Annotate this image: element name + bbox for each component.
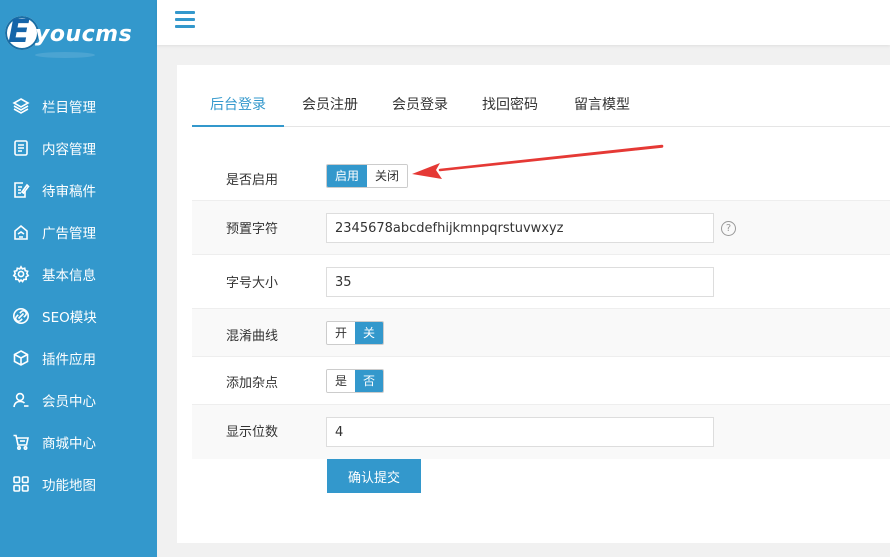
sidebar-item-label: 商城中心 bbox=[42, 436, 96, 452]
sidebar-item-ads[interactable]: 广告管理 bbox=[0, 211, 157, 253]
curve-switch[interactable]: 开 关 bbox=[326, 321, 385, 345]
charset-label: 预置字符 bbox=[226, 222, 279, 237]
tab-member-login[interactable]: 会员登录 bbox=[376, 90, 464, 127]
sidebar-item-basic-info[interactable]: 基本信息 bbox=[0, 253, 157, 295]
logo-reflection bbox=[35, 52, 95, 58]
sidebar-item-label: 功能地图 bbox=[42, 478, 96, 494]
logo-text: youcms bbox=[35, 22, 133, 47]
menu-toggle-icon[interactable] bbox=[175, 11, 195, 29]
noise-on-option[interactable]: 是 bbox=[327, 370, 356, 392]
tab-admin-login[interactable]: 后台登录 bbox=[192, 90, 284, 127]
curve-off-option[interactable]: 关 bbox=[355, 322, 384, 344]
form-row-length: 显示位数 bbox=[192, 405, 890, 459]
annotation-arrow-icon bbox=[412, 144, 664, 179]
tab-bar: 后台登录 会员注册 会员登录 找回密码 留言模型 bbox=[192, 90, 890, 127]
sidebar-item-label: 广告管理 bbox=[42, 226, 96, 242]
charset-input[interactable] bbox=[326, 213, 714, 243]
form-row-noise: 添加杂点 是 否 bbox=[192, 357, 890, 405]
top-bar bbox=[157, 0, 890, 45]
sidebar-nav: 栏目管理 内容管理 待审稿件 广告管理 基本信息 SEO模块 插件应用 会员中心… bbox=[0, 85, 157, 505]
font-size-label: 字号大小 bbox=[226, 276, 279, 291]
length-label: 显示位数 bbox=[226, 425, 279, 440]
cube-icon bbox=[12, 349, 30, 367]
help-icon[interactable]: ? bbox=[721, 221, 736, 236]
ad-icon bbox=[12, 223, 30, 241]
sidebar-item-label: 待审稿件 bbox=[42, 184, 96, 200]
form-row-charset: 预置字符 ? bbox=[192, 201, 890, 255]
tab-member-register[interactable]: 会员注册 bbox=[284, 90, 376, 127]
enabled-on-option[interactable]: 启用 bbox=[327, 165, 368, 187]
sidebar-item-pending[interactable]: 待审稿件 bbox=[0, 169, 157, 211]
cart-icon bbox=[12, 433, 30, 451]
layers-icon bbox=[12, 97, 30, 115]
tab-recover-password[interactable]: 找回密码 bbox=[464, 90, 556, 127]
sidebar-item-shop[interactable]: 商城中心 bbox=[0, 421, 157, 463]
enabled-off-option[interactable]: 关闭 bbox=[367, 165, 408, 187]
length-input[interactable] bbox=[326, 417, 714, 447]
sidebar-item-members[interactable]: 会员中心 bbox=[0, 379, 157, 421]
sidebar-item-label: 插件应用 bbox=[42, 352, 96, 368]
gear-icon bbox=[12, 265, 30, 283]
sidebar-item-columns[interactable]: 栏目管理 bbox=[0, 85, 157, 127]
document-icon bbox=[12, 139, 30, 157]
sidebar-item-label: 会员中心 bbox=[42, 394, 96, 410]
tab-message-model[interactable]: 留言模型 bbox=[556, 90, 648, 127]
form-row-curve: 混淆曲线 开 关 bbox=[192, 309, 890, 357]
enabled-label: 是否启用 bbox=[226, 173, 279, 188]
user-icon bbox=[12, 391, 30, 409]
noise-label: 添加杂点 bbox=[226, 376, 279, 391]
curve-on-option[interactable]: 开 bbox=[327, 322, 356, 344]
logo[interactable]: E youcms bbox=[5, 12, 153, 58]
submit-button[interactable]: 确认提交 bbox=[327, 459, 421, 493]
sidebar-item-feature-map[interactable]: 功能地图 bbox=[0, 463, 157, 505]
form-row-font-size: 字号大小 bbox=[192, 255, 890, 309]
link-icon bbox=[12, 307, 30, 325]
logo-letter: E bbox=[8, 12, 30, 50]
noise-off-option[interactable]: 否 bbox=[355, 370, 384, 392]
curve-label: 混淆曲线 bbox=[226, 329, 279, 344]
sidebar-item-label: SEO模块 bbox=[42, 310, 97, 326]
sidebar-item-content[interactable]: 内容管理 bbox=[0, 127, 157, 169]
sidebar-item-seo[interactable]: SEO模块 bbox=[0, 295, 157, 337]
enabled-switch[interactable]: 启用 关闭 bbox=[326, 164, 409, 188]
noise-switch[interactable]: 是 否 bbox=[326, 369, 385, 393]
edit-document-icon bbox=[12, 181, 30, 199]
grid-icon bbox=[12, 475, 30, 493]
sidebar-item-label: 基本信息 bbox=[42, 268, 96, 284]
settings-panel: 后台登录 会员注册 会员登录 找回密码 留言模型 是否启用 启用 关闭 预置字符… bbox=[177, 65, 890, 543]
sidebar-item-label: 内容管理 bbox=[42, 142, 96, 158]
sidebar-item-plugins[interactable]: 插件应用 bbox=[0, 337, 157, 379]
sidebar: E youcms 栏目管理 内容管理 待审稿件 广告管理 基本信息 SEO模块 … bbox=[0, 0, 157, 557]
sidebar-item-label: 栏目管理 bbox=[42, 100, 96, 116]
font-size-input[interactable] bbox=[326, 267, 714, 297]
